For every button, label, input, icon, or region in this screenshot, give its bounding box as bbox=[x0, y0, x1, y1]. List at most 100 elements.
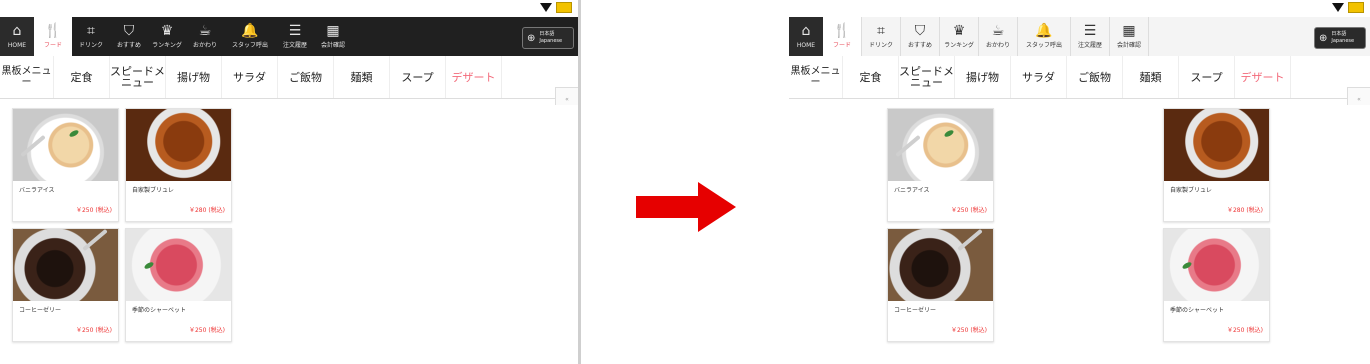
nav-drink-button[interactable]: ⌗ ドリンク bbox=[72, 17, 110, 56]
tab-rice[interactable]: ご飯物 bbox=[278, 56, 334, 98]
menu-item-name: バニラアイス bbox=[19, 187, 55, 194]
menu-item-name: コーヒーゼリー bbox=[19, 307, 62, 314]
menu-item-price: ￥250 (税込) bbox=[950, 327, 987, 334]
menu-item-card[interactable]: コーヒーゼリー ￥250 (税込) bbox=[887, 228, 994, 342]
menu-item-price: ￥250 (税込) bbox=[1226, 327, 1263, 334]
nav-refill-button[interactable]: ☕ おかわり bbox=[978, 17, 1017, 56]
vanilla-ice-photo bbox=[888, 109, 993, 181]
globe-icon: ⊕ bbox=[527, 32, 536, 44]
nav-bill-button[interactable]: ▦ 会計確認 bbox=[1109, 17, 1148, 56]
menu-item-price: ￥250 (税込) bbox=[75, 327, 112, 334]
menu-item-name: 季節のシャーベット bbox=[132, 307, 187, 314]
bell-icon: 🔔 bbox=[1035, 23, 1053, 39]
nav-bill-button[interactable]: ▦ 会計確認 bbox=[314, 17, 352, 56]
menu-item-price: ￥280 (税込) bbox=[1226, 207, 1263, 214]
menu-item-name: 自家製ブリュレ bbox=[132, 187, 174, 194]
tab-set-meal[interactable]: 定食 bbox=[843, 56, 899, 98]
tab-soup[interactable]: スープ bbox=[390, 56, 446, 98]
menu-item-card[interactable]: 自家製ブリュレ ￥280 (税込) bbox=[1163, 108, 1270, 222]
menu-item-card[interactable]: 季節のシャーベット ￥250 (税込) bbox=[125, 228, 232, 342]
top-nav: ⌂ HOME 🍴 フード ⌗ ドリンク ⛉ おすすめ ♛ ランキング ☕ おかわり 🔔 スタッ… bbox=[789, 17, 1370, 56]
tab-fried[interactable]: 揚げ物 bbox=[166, 56, 222, 98]
nav-ranking-button[interactable]: ♛ ランキング bbox=[148, 17, 186, 56]
menu-item-name: コーヒーゼリー bbox=[894, 307, 937, 314]
brulee-photo bbox=[1164, 109, 1269, 181]
globe-icon: ⊕ bbox=[1319, 32, 1328, 44]
tab-blackboard[interactable]: 黒板メニュー bbox=[0, 56, 54, 98]
nav-staff-call-button[interactable]: 🔔 スタッフ呼出 bbox=[1017, 17, 1070, 56]
brulee-photo bbox=[126, 109, 231, 181]
menu-item-card[interactable]: バニラアイス ￥250 (税込) bbox=[12, 108, 119, 222]
language-button[interactable]: ⊕ 日本語 Japanese bbox=[1314, 27, 1366, 49]
badge-icon: ⛉ bbox=[914, 23, 926, 39]
tab-salad[interactable]: サラダ bbox=[1011, 56, 1067, 98]
coffee-jelly-photo bbox=[888, 229, 993, 301]
menu-item-price: ￥250 (税込) bbox=[75, 207, 112, 214]
nav-recommend-button[interactable]: ⛉ おすすめ bbox=[900, 17, 939, 56]
wifi-icon bbox=[1332, 3, 1344, 12]
battery-icon bbox=[1348, 2, 1364, 13]
bell-icon: 🔔 bbox=[241, 23, 259, 39]
nav-drink-button[interactable]: ⌗ ドリンク bbox=[861, 17, 900, 56]
menu-grid: バニラアイス ￥250 (税込) 自家製ブリュレ ￥280 (税込) コーヒーゼ… bbox=[789, 105, 1370, 364]
crown-icon: ♛ bbox=[160, 23, 174, 39]
status-bar bbox=[0, 0, 578, 17]
tab-set-meal[interactable]: 定食 bbox=[54, 56, 110, 98]
fork-knife-icon: 🍴 bbox=[44, 23, 62, 39]
nav-ranking-button[interactable]: ♛ ランキング bbox=[939, 17, 978, 56]
menu-item-card[interactable]: バニラアイス ￥250 (税込) bbox=[887, 108, 994, 222]
refill-icon: ☕ bbox=[198, 23, 212, 39]
nav-staff-call-button[interactable]: 🔔 スタッフ呼出 bbox=[224, 17, 276, 56]
calculator-icon: ▦ bbox=[1122, 23, 1136, 39]
history-icon: ☰ bbox=[288, 23, 302, 39]
nav-food-button[interactable]: 🍴 フード bbox=[823, 17, 861, 56]
menu-grid: バニラアイス ￥250 (税込) 自家製ブリュレ ￥280 (税込) コーヒーゼ… bbox=[0, 105, 578, 364]
menu-item-card[interactable]: 季節のシャーベット ￥250 (税込) bbox=[1163, 228, 1270, 342]
home-icon: ⌂ bbox=[801, 23, 811, 39]
battery-icon bbox=[556, 2, 572, 13]
tab-dessert[interactable]: デザート bbox=[1235, 56, 1291, 98]
tab-fried[interactable]: 揚げ物 bbox=[955, 56, 1011, 98]
home-button[interactable]: ⌂ HOME bbox=[0, 17, 34, 56]
tab-rice[interactable]: ご飯物 bbox=[1067, 56, 1123, 98]
drink-icon: ⌗ bbox=[877, 23, 885, 39]
home-icon: ⌂ bbox=[12, 23, 22, 39]
tab-salad[interactable]: サラダ bbox=[222, 56, 278, 98]
nav-refill-button[interactable]: ☕ おかわり bbox=[186, 17, 224, 56]
tab-soup[interactable]: スープ bbox=[1179, 56, 1235, 98]
tab-speed-menu[interactable]: スピードメニュー bbox=[110, 56, 166, 98]
tab-dessert[interactable]: デザート bbox=[446, 56, 502, 98]
menu-item-name: 自家製ブリュレ bbox=[1170, 187, 1212, 194]
top-nav: ⌂ HOME 🍴 フード ⌗ ドリンク ⛉ おすすめ ♛ ランキング ☕ おかわり 🔔 スタッ… bbox=[0, 17, 578, 56]
menu-item-price: ￥250 (税込) bbox=[950, 207, 987, 214]
tab-noodles[interactable]: 麺類 bbox=[334, 56, 390, 98]
menu-item-price: ￥250 (税込) bbox=[188, 327, 225, 334]
wifi-icon bbox=[540, 3, 552, 12]
home-button[interactable]: ⌂ HOME bbox=[789, 17, 823, 56]
history-icon: ☰ bbox=[1083, 23, 1097, 39]
nav-recommend-button[interactable]: ⛉ おすすめ bbox=[110, 17, 148, 56]
menu-item-card[interactable]: 自家製ブリュレ ￥280 (税込) bbox=[125, 108, 232, 222]
screen-before: ⌂ HOME 🍴 フード ⌗ ドリンク ⛉ おすすめ ♛ ランキング ☕ おかわり 🔔 スタッ… bbox=[0, 0, 581, 364]
calculator-icon: ▦ bbox=[326, 23, 340, 39]
nav-food-button[interactable]: 🍴 フード bbox=[34, 17, 72, 56]
tab-speed-menu[interactable]: スピードメニュー bbox=[899, 56, 955, 98]
sherbet-photo bbox=[1164, 229, 1269, 301]
coffee-jelly-photo bbox=[13, 229, 118, 301]
menu-item-price: ￥280 (税込) bbox=[188, 207, 225, 214]
screen-after: ⌂ HOME 🍴 フード ⌗ ドリンク ⛉ おすすめ ♛ ランキング ☕ おかわり 🔔 スタッ… bbox=[789, 0, 1370, 364]
language-button[interactable]: ⊕ 日本語 Japanese bbox=[522, 27, 574, 49]
drink-icon: ⌗ bbox=[87, 23, 95, 39]
nav-history-button[interactable]: ☰ 注文履歴 bbox=[1070, 17, 1109, 56]
tab-blackboard[interactable]: 黒板メニュー bbox=[789, 56, 843, 98]
refill-icon: ☕ bbox=[991, 23, 1005, 39]
badge-icon: ⛉ bbox=[123, 23, 135, 39]
category-tabs: 黒板メニュー 定食 スピードメニュー 揚げ物 サラダ ご飯物 麺類 スープ デザ… bbox=[0, 56, 578, 99]
menu-item-name: 季節のシャーベット bbox=[1170, 307, 1225, 314]
tab-noodles[interactable]: 麺類 bbox=[1123, 56, 1179, 98]
transition-arrow-icon bbox=[636, 182, 736, 232]
vanilla-ice-photo bbox=[13, 109, 118, 181]
menu-item-card[interactable]: コーヒーゼリー ￥250 (税込) bbox=[12, 228, 119, 342]
nav-history-button[interactable]: ☰ 注文履歴 bbox=[276, 17, 314, 56]
category-tabs: 黒板メニュー 定食 スピードメニュー 揚げ物 サラダ ご飯物 麺類 スープ デザ… bbox=[789, 56, 1370, 99]
